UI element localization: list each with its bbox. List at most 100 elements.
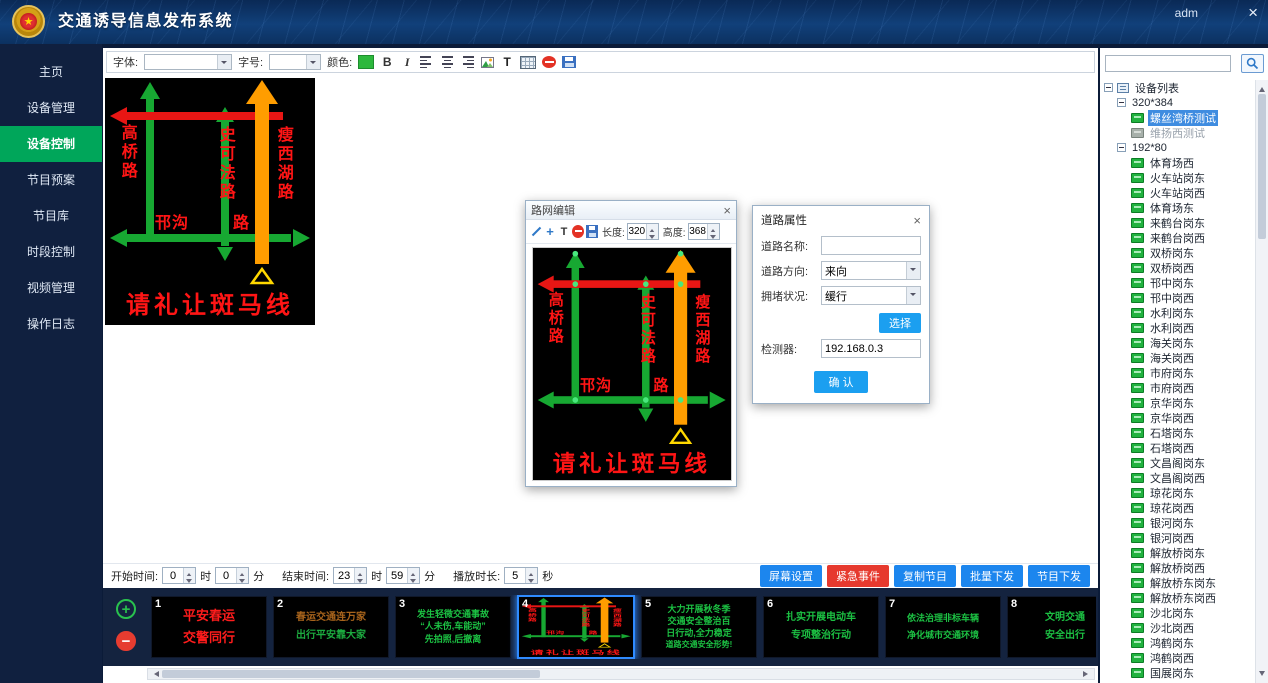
user-name[interactable]: adm bbox=[1175, 6, 1198, 20]
screen-settings-button[interactable]: 屏幕设置 bbox=[760, 565, 822, 587]
tree-device-item[interactable]: 国展岗东 bbox=[1102, 665, 1254, 680]
road-name-input[interactable] bbox=[821, 236, 921, 255]
road-edit-canvas[interactable]: 高桥路史可法路瘦西湖路邗沟路请礼让斑马线 bbox=[532, 247, 732, 481]
tree-device-item[interactable]: 市府岗西 bbox=[1102, 380, 1254, 395]
grid-icon[interactable] bbox=[520, 56, 536, 69]
scroll-right-icon[interactable] bbox=[1083, 671, 1091, 677]
font-size-select[interactable] bbox=[269, 54, 321, 70]
spin-down-icon[interactable] bbox=[408, 576, 419, 584]
direction-select[interactable]: 来向 bbox=[821, 261, 921, 280]
tree-device-item[interactable]: 鸿鹤岗东 bbox=[1102, 635, 1254, 650]
tree-device-item[interactable]: 螺丝湾桥测试 bbox=[1102, 110, 1254, 125]
spin-up-icon[interactable] bbox=[408, 568, 419, 576]
tree-device-item[interactable]: 文昌阁岗西 bbox=[1102, 470, 1254, 485]
color-swatch[interactable] bbox=[358, 55, 374, 69]
spin-up-icon[interactable] bbox=[647, 224, 658, 232]
program-thumbnail-2[interactable]: 2春运交通连万家出行平安靠大家 bbox=[273, 596, 389, 658]
tree-device-item[interactable]: 来鹤台岗西 bbox=[1102, 230, 1254, 245]
tree-device-item[interactable]: 邗中岗东 bbox=[1102, 275, 1254, 290]
end-minute-input[interactable] bbox=[387, 568, 407, 583]
spin-up-icon[interactable] bbox=[708, 224, 719, 232]
start-hour-input[interactable] bbox=[163, 568, 183, 583]
add-program-button[interactable]: + bbox=[116, 599, 136, 619]
height-input[interactable] bbox=[689, 224, 707, 239]
tree-device-item[interactable]: 琼花岗西 bbox=[1102, 500, 1254, 515]
tree-device-item[interactable]: 邗中岗西 bbox=[1102, 290, 1254, 305]
scroll-up-icon[interactable] bbox=[1259, 84, 1265, 92]
tree-device-item[interactable]: 解放桥岗东 bbox=[1102, 545, 1254, 560]
emergency-event-button[interactable]: 紧急事件 bbox=[827, 565, 889, 587]
select-detector-button[interactable]: 选择 bbox=[879, 313, 921, 333]
program-thumbnail-8[interactable]: 8文明交通安全出行 bbox=[1007, 596, 1096, 658]
align-right-icon[interactable] bbox=[460, 55, 474, 69]
sidebar-item-home[interactable]: 主页 bbox=[0, 54, 102, 90]
duration-input[interactable] bbox=[505, 568, 525, 583]
line-tool-icon[interactable] bbox=[530, 225, 542, 238]
close-icon[interactable]: × bbox=[723, 204, 731, 217]
device-search-input[interactable] bbox=[1105, 55, 1231, 72]
start-minute-input[interactable] bbox=[216, 568, 236, 583]
program-thumbnail-3[interactable]: 3发生轻微交通事故“人未伤,车能动”先拍照,后撤离 bbox=[395, 596, 511, 658]
close-icon[interactable]: × bbox=[1248, 3, 1258, 23]
delete-icon[interactable] bbox=[572, 225, 584, 238]
tree-device-item[interactable]: 解放桥东岗西 bbox=[1102, 590, 1254, 605]
close-icon[interactable]: × bbox=[913, 214, 921, 227]
spin-up-icon[interactable] bbox=[526, 568, 537, 576]
tree-group-192x80[interactable]: 192*80 bbox=[1102, 140, 1254, 155]
sidebar-item-program-library[interactable]: 节目库 bbox=[0, 198, 102, 234]
sidebar-item-operation-log[interactable]: 操作日志 bbox=[0, 306, 102, 342]
scrollbar-thumb[interactable] bbox=[1258, 94, 1266, 239]
scrollbar-thumb[interactable] bbox=[162, 670, 540, 678]
tree-device-item[interactable]: 京华岗东 bbox=[1102, 395, 1254, 410]
tree-device-item[interactable]: 火车站岗东 bbox=[1102, 170, 1254, 185]
scroll-down-icon[interactable] bbox=[1259, 671, 1265, 679]
spin-down-icon[interactable] bbox=[647, 232, 658, 240]
text-tool-icon[interactable]: T bbox=[500, 55, 514, 69]
tree-device-item[interactable]: 海关岗东 bbox=[1102, 335, 1254, 350]
copy-program-button[interactable]: 复制节目 bbox=[894, 565, 956, 587]
sidebar-item-video-management[interactable]: 视频管理 bbox=[0, 270, 102, 306]
horizontal-scrollbar[interactable] bbox=[147, 668, 1095, 680]
program-thumbnail-4[interactable]: 4高桥路史可法路瘦西湖路邗沟路请礼让斑马线 bbox=[517, 595, 635, 659]
detector-input[interactable] bbox=[821, 339, 921, 358]
tree-expander-icon[interactable] bbox=[1117, 98, 1126, 107]
tree-device-item[interactable]: 文昌阁岗东 bbox=[1102, 455, 1254, 470]
tree-device-item[interactable]: 石塔岗东 bbox=[1102, 425, 1254, 440]
spin-down-icon[interactable] bbox=[355, 576, 366, 584]
spin-up-icon[interactable] bbox=[184, 568, 195, 576]
vertical-scrollbar[interactable] bbox=[1255, 80, 1268, 683]
program-thumbnail-1[interactable]: 1平安春运交警同行 bbox=[151, 596, 267, 658]
save-icon[interactable] bbox=[586, 225, 598, 238]
add-node-icon[interactable]: + bbox=[544, 225, 556, 238]
tree-device-item[interactable]: 京华岗西 bbox=[1102, 410, 1254, 425]
program-thumbnail-7[interactable]: 7依法治理非标车辆净化城市交通环境 bbox=[885, 596, 1001, 658]
tree-device-item[interactable]: 解放桥东岗东 bbox=[1102, 575, 1254, 590]
tree-group-320x384[interactable]: 320*384 bbox=[1102, 95, 1254, 110]
tree-device-item[interactable]: 双桥岗东 bbox=[1102, 245, 1254, 260]
tree-device-item[interactable]: 海关岗西 bbox=[1102, 350, 1254, 365]
program-thumbnail-6[interactable]: 6扎实开展电动车专项整治行动 bbox=[763, 596, 879, 658]
text-tool-icon[interactable]: T bbox=[558, 225, 570, 238]
tree-device-item[interactable]: 鸿鹤岗西 bbox=[1102, 650, 1254, 665]
dialog-titlebar[interactable]: 路网编辑 × bbox=[526, 201, 736, 220]
delete-icon[interactable] bbox=[542, 56, 556, 68]
program-thumbnail-5[interactable]: 5大力开展秋冬季交通安全整治百日行动,全力稳定道路交通安全形势! bbox=[641, 596, 757, 658]
tree-device-item[interactable]: 水利岗东 bbox=[1102, 305, 1254, 320]
image-icon[interactable] bbox=[480, 55, 494, 69]
sidebar-item-time-control[interactable]: 时段控制 bbox=[0, 234, 102, 270]
sidebar-item-device-management[interactable]: 设备管理 bbox=[0, 90, 102, 126]
tree-device-item[interactable]: 双桥岗西 bbox=[1102, 260, 1254, 275]
batch-send-button[interactable]: 批量下发 bbox=[961, 565, 1023, 587]
remove-program-button[interactable]: − bbox=[116, 631, 136, 651]
tree-device-item[interactable]: 沙北岗西 bbox=[1102, 620, 1254, 635]
align-left-icon[interactable] bbox=[420, 55, 434, 69]
tree-device-item[interactable]: 沙北岗东 bbox=[1102, 605, 1254, 620]
tree-root[interactable]: 设备列表 bbox=[1102, 80, 1254, 95]
congestion-select[interactable]: 缓行 bbox=[821, 286, 921, 305]
spin-up-icon[interactable] bbox=[237, 568, 248, 576]
bold-icon[interactable]: B bbox=[380, 55, 394, 69]
tree-device-item[interactable]: 解放桥岗西 bbox=[1102, 560, 1254, 575]
end-hour-input[interactable] bbox=[334, 568, 354, 583]
font-select[interactable] bbox=[144, 54, 232, 70]
spin-down-icon[interactable] bbox=[184, 576, 195, 584]
